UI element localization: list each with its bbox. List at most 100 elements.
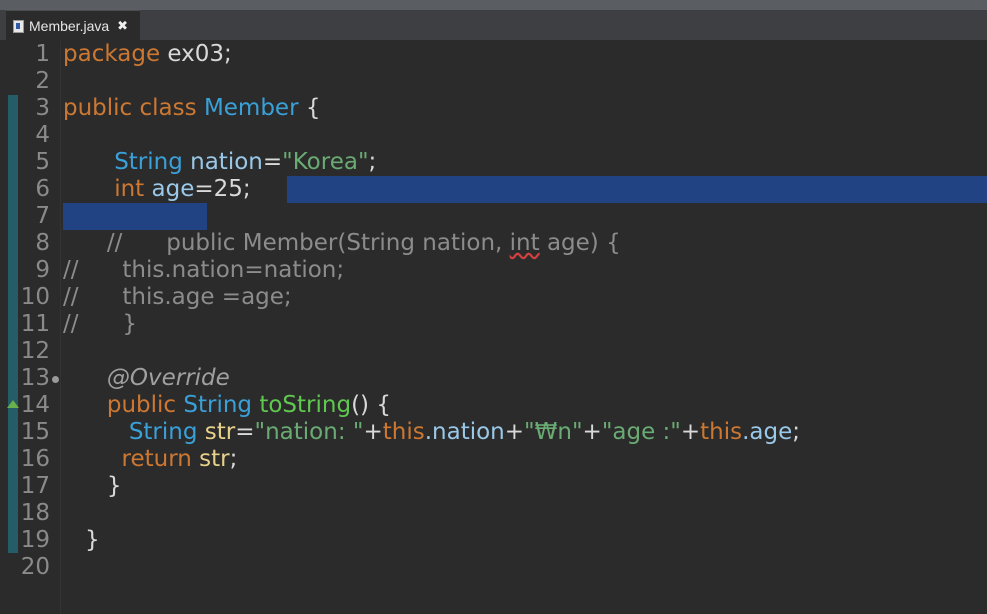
brace-token: {	[305, 95, 321, 121]
type-token: int	[114, 176, 145, 202]
type-token: String	[114, 149, 183, 175]
local-var-token: str	[204, 419, 236, 445]
code-line-8: // public Member(String nation, int age)…	[63, 230, 987, 257]
string-token: "₩n"	[524, 419, 583, 445]
keyword-token: public	[106, 392, 177, 418]
brace-token: }	[84, 527, 100, 553]
code-token: ex03;	[160, 41, 232, 67]
line-number: 3	[35, 95, 50, 121]
comment-text: this.age =age;	[122, 284, 292, 310]
code-line-5: String nation="Korea";	[63, 149, 987, 176]
semicolon-token: ;	[792, 419, 801, 445]
line-number: 17	[20, 473, 50, 499]
line-number: 20	[20, 554, 50, 580]
code-token: () {	[351, 392, 391, 418]
code-line-9: // this.nation=nation;	[63, 257, 987, 284]
code-line-15: String str="nation: "+this.nation+"₩n"+"…	[63, 419, 987, 446]
field-token: nation	[190, 149, 263, 175]
comment-token: //	[63, 284, 79, 310]
field-token: .age	[742, 419, 793, 445]
semicolon-token: ;	[242, 176, 251, 202]
operator-token: =	[262, 149, 283, 175]
code-line-6: int age=25;	[63, 176, 987, 203]
line-number: 8	[35, 230, 50, 256]
line-number: 2	[35, 68, 50, 94]
comment-text: this.nation=nation;	[122, 257, 345, 283]
title-bar	[0, 0, 987, 10]
line-number: 11	[20, 311, 50, 337]
code-line-1: package ex03;	[63, 41, 987, 68]
operator-token: =	[194, 176, 214, 202]
java-file-icon	[13, 19, 24, 33]
type-token: String	[128, 419, 198, 445]
local-var-token: str	[199, 446, 230, 472]
line-number-gutter: 1 2 3 4 5 6 7 8 9 10 11 12 13 14 15 16 1…	[0, 41, 60, 614]
line-number: 18	[20, 500, 50, 526]
line-numbers: 1 2 3 4 5 6 7 8 9 10 11 12 13 14 15 16 1…	[0, 41, 52, 581]
line-number: 10	[20, 284, 50, 310]
brace-token: }	[106, 473, 122, 499]
line-number: 4	[35, 122, 50, 148]
line-number: 5	[35, 149, 50, 175]
editor-tab-strip: Member.java ✖	[0, 10, 987, 41]
line-number: 19	[20, 527, 50, 553]
string-token: "nation: "	[254, 419, 364, 445]
keyword-token: public	[63, 95, 133, 121]
operator-token: +	[504, 419, 525, 445]
string-token: "age :"	[601, 419, 681, 445]
line-number: 6	[35, 176, 50, 202]
keyword-token: package	[63, 41, 161, 67]
gutter-divider	[60, 41, 61, 614]
string-token: "Korea"	[282, 149, 369, 175]
comment-text: }	[122, 311, 138, 337]
code-line-3: public class Member {	[63, 95, 987, 122]
code-area[interactable]: package ex03; public class Member { Stri…	[63, 41, 987, 581]
code-line-14: public String toString() {	[63, 392, 987, 419]
code-line-11: // }	[63, 311, 987, 338]
line-number: 9	[35, 257, 50, 283]
code-line-10: // this.age =age;	[63, 284, 987, 311]
keyword-token: this	[700, 419, 743, 445]
line-number: 16	[20, 446, 50, 472]
keyword-token: this	[382, 419, 425, 445]
line-number: 15	[20, 419, 50, 445]
fold-toggle-icon[interactable]	[52, 376, 59, 383]
line-number: 7	[35, 203, 50, 229]
line-number: 13	[20, 365, 50, 391]
method-name-token: toString	[259, 392, 352, 418]
keyword-token: return	[121, 446, 192, 472]
class-name-token: Member	[203, 95, 299, 121]
code-editor[interactable]: 1 2 3 4 5 6 7 8 9 10 11 12 13 14 15 16 1…	[0, 41, 987, 614]
override-triangle-icon[interactable]	[7, 400, 19, 408]
comment-token: //	[63, 257, 79, 283]
line-number: 12	[20, 338, 50, 364]
type-token: String	[183, 392, 253, 418]
operator-token: +	[363, 419, 383, 445]
code-line-13: @Override	[63, 365, 987, 392]
field-token: .nation	[424, 419, 505, 445]
keyword-token: class	[139, 95, 197, 121]
spelling-warning-token: int	[509, 230, 540, 256]
comment-token: //	[106, 230, 123, 256]
line-number: 1	[35, 41, 50, 67]
code-line-16: return str;	[63, 446, 987, 473]
operator-token: +	[582, 419, 602, 445]
semicolon-token: ;	[229, 446, 238, 472]
comment-text: age) {	[539, 230, 621, 256]
code-line-17: }	[63, 473, 987, 500]
comment-token: //	[63, 311, 79, 337]
code-line-19: }	[63, 527, 987, 554]
tab-member-java[interactable]: Member.java ✖	[6, 10, 140, 41]
close-icon[interactable]: ✖	[117, 19, 128, 34]
number-token: 25	[213, 176, 243, 202]
tab-label: Member.java	[29, 18, 110, 34]
operator-token: +	[680, 419, 701, 445]
operator-token: =	[235, 419, 255, 445]
semicolon-token: ;	[368, 149, 377, 175]
